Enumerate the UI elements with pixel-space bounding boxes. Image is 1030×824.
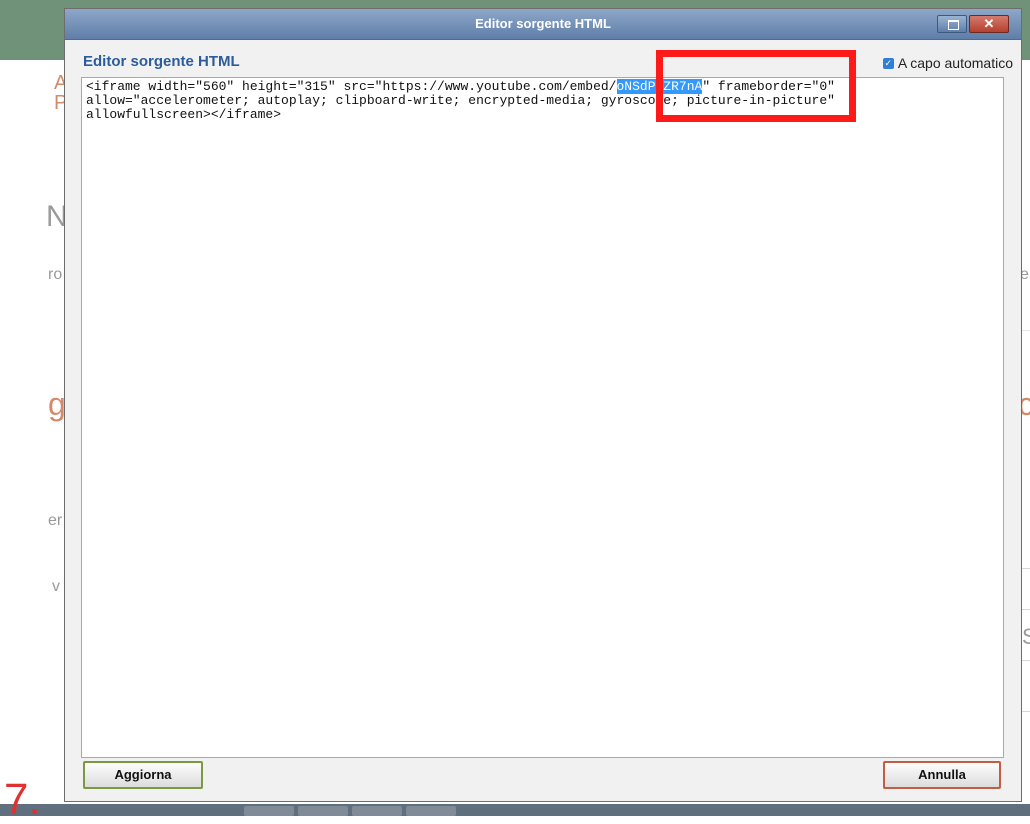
maximize-icon — [948, 20, 959, 30]
source-code-textarea[interactable]: <iframe width="560" height="315" src="ht… — [81, 77, 1004, 758]
background-text-fragment: v — [52, 578, 60, 595]
dialog-titlebar[interactable]: Editor sorgente HTML ✕ — [65, 9, 1021, 40]
background-text-fragment: S — [1022, 624, 1030, 649]
background-text-fragment: ro — [48, 266, 63, 283]
dialog-heading: Editor sorgente HTML — [83, 53, 240, 70]
taskbar-button[interactable] — [406, 806, 456, 816]
taskbar — [0, 804, 1030, 816]
word-wrap-option[interactable]: ✓ A capo automatico — [882, 55, 1013, 71]
update-button[interactable]: Aggiorna — [83, 761, 203, 789]
checkbox-checked-icon[interactable]: ✓ — [882, 57, 894, 69]
taskbar-button[interactable] — [298, 806, 348, 816]
word-wrap-label: A capo automatico — [897, 55, 1013, 71]
taskbar-button[interactable] — [244, 806, 294, 816]
code-line-3: allowfullscreen></iframe> — [86, 107, 282, 122]
window-title: Editor sorgente HTML — [475, 16, 611, 31]
maximize-button[interactable] — [937, 15, 967, 33]
source-code: <iframe width="560" height="315" src="ht… — [86, 79, 999, 122]
html-source-editor-dialog: Editor sorgente HTML ✕ Editor sorgente H… — [64, 8, 1022, 802]
close-button[interactable]: ✕ — [969, 15, 1009, 33]
close-icon: ✕ — [983, 16, 995, 31]
step-number: 7. — [4, 775, 41, 824]
background-text-fragment: er — [48, 512, 63, 529]
background-divider — [1022, 330, 1030, 331]
annotation-highlight-box — [656, 50, 856, 122]
cancel-button[interactable]: Annulla — [883, 761, 1001, 789]
taskbar-button[interactable] — [352, 806, 402, 816]
code-line-1-start: <iframe width="560" height="315" src="ht… — [86, 79, 617, 94]
